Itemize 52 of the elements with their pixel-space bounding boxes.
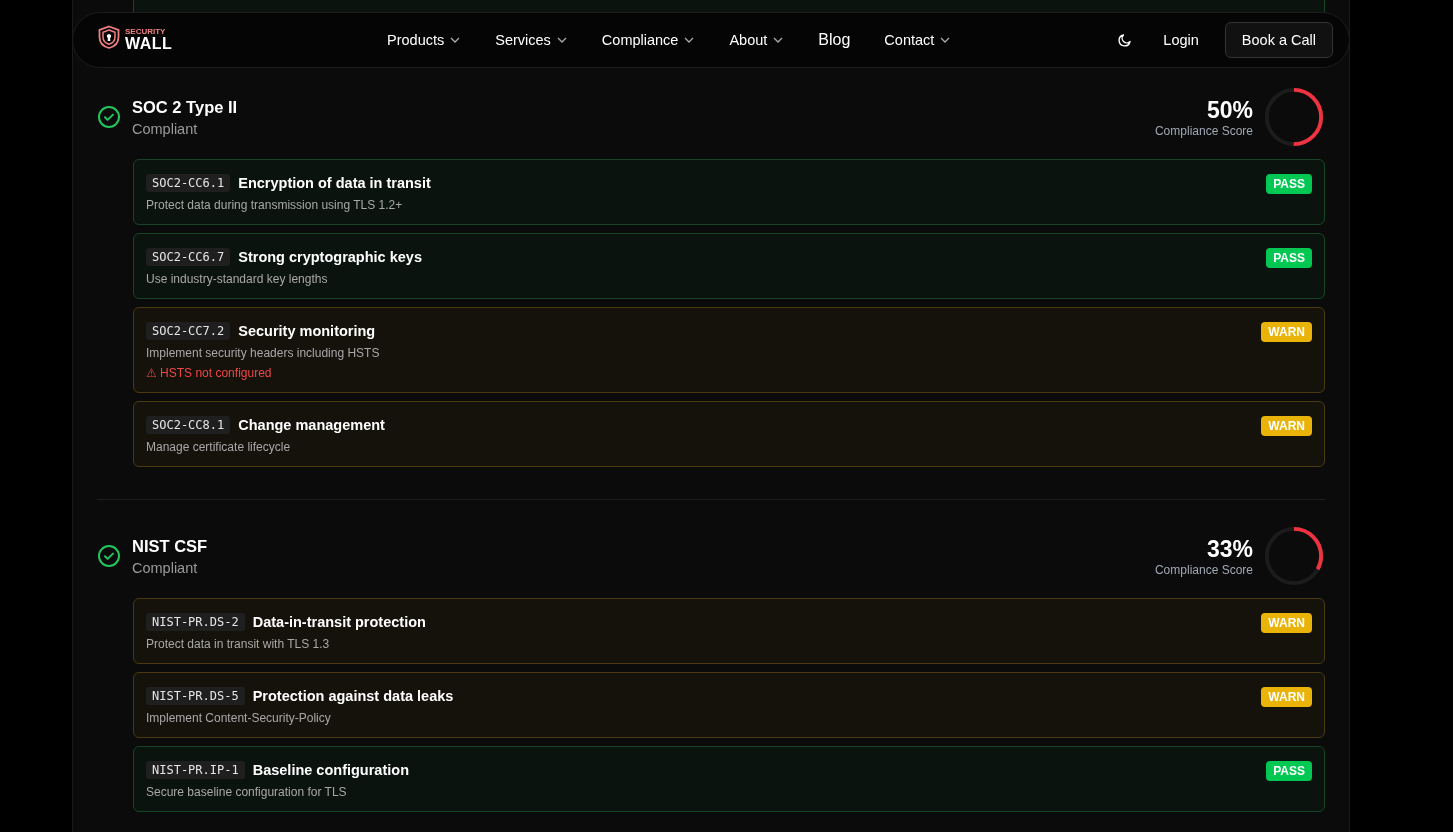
status-label: PASS [1266, 761, 1312, 781]
check-title: Protection against data leaks [252, 688, 454, 704]
status-label: PASS [1266, 248, 1312, 268]
nav-link[interactable]: Compliance [601, 32, 696, 48]
status-label: WARN [1261, 416, 1312, 436]
check-title: Security monitoring [238, 323, 376, 339]
nav-link[interactable]: Contact [884, 32, 952, 48]
framework-title: NIST CSF [132, 536, 209, 556]
logo-text-bottom: WALL [125, 36, 173, 52]
check-circle-icon [97, 544, 121, 568]
check-code: SOC2-CC8.1 [146, 416, 231, 434]
check-code: NIST-PR.IP-1 [146, 761, 245, 779]
check-description: Implement security headers including HSTS [146, 346, 380, 360]
check-description: Protect data during transmission using TLS 1.2+ [146, 198, 404, 212]
logo-text-top: SECURITY [125, 28, 167, 36]
check-circle-icon [97, 105, 121, 129]
nav-link[interactable]: Blog [818, 31, 851, 49]
framework-status: Compliant [132, 559, 199, 576]
framework-title: SOC 2 Type II [132, 97, 239, 117]
framework-status: Compliant [132, 120, 199, 137]
check-description: Manage certificate lifecycle [146, 440, 292, 454]
check-description: Use industry-standard key lengths [146, 272, 329, 286]
check-title: Strong cryptographic keys [238, 249, 422, 265]
check-code: SOC2-CC6.1 [146, 174, 231, 192]
nav-link[interactable]: About [729, 32, 785, 48]
score-ring [1263, 525, 1325, 587]
status-label: WARN [1261, 687, 1312, 707]
check-title: Data-in-transit protection [252, 614, 426, 630]
score-ring [1263, 86, 1325, 148]
nav-link[interactable]: Products [387, 32, 462, 48]
check-code: NIST-PR.DS-5 [146, 687, 245, 705]
score-label: Compliance Score [1154, 562, 1253, 577]
book-call-button[interactable]: Book a Call [1224, 22, 1333, 58]
check-code: SOC2-CC7.2 [146, 322, 231, 340]
score-value: 33% [1205, 535, 1253, 563]
check-code: NIST-PR.DS-2 [146, 613, 245, 631]
moon-icon [1117, 32, 1134, 48]
score-value: 50% [1205, 96, 1253, 124]
login-link[interactable]: Login [1155, 32, 1207, 48]
check-title: Encryption of data in transit [238, 175, 431, 191]
check-description: Implement Content-Security-Policy [146, 711, 332, 725]
status-label: WARN [1261, 322, 1312, 342]
check-code: SOC2-CC6.7 [146, 248, 231, 266]
status-label: PASS [1266, 174, 1312, 194]
issue-text: ⚠ HSTS not configured [146, 366, 273, 380]
status-label: WARN [1261, 613, 1312, 633]
nav-link[interactable]: Services [495, 32, 568, 48]
check-description: Secure baseline configuration for TLS [146, 785, 348, 799]
check-title: Baseline configuration [252, 762, 409, 778]
check-title: Change management [238, 417, 385, 433]
check-description: Protect data in transit with TLS 1.3 [146, 637, 331, 651]
score-label: Compliance Score [1154, 123, 1253, 138]
